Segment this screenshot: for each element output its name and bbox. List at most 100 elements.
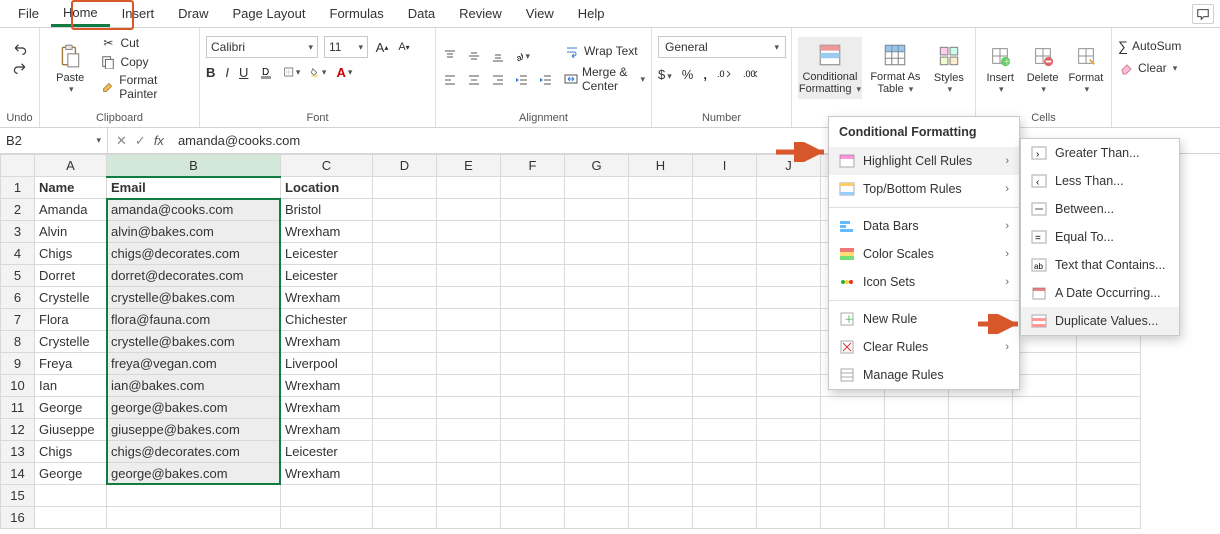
cell-N12[interactable] [1013, 419, 1077, 441]
autosum-button[interactable]: ∑AutoSum [1118, 38, 1186, 54]
cell-O12[interactable] [1077, 419, 1141, 441]
decrease-indent-icon[interactable] [514, 72, 530, 88]
tab-review[interactable]: Review [447, 2, 514, 25]
orientation-icon[interactable]: ab▾ [514, 48, 530, 64]
cell-O10[interactable] [1077, 375, 1141, 397]
cell-L14[interactable] [885, 463, 949, 485]
cf-text-contains[interactable]: abText that Contains... [1021, 251, 1179, 279]
cell-B15[interactable] [107, 485, 281, 507]
row-header-6[interactable]: 6 [1, 287, 35, 309]
cell-I6[interactable] [693, 287, 757, 309]
cell-F6[interactable] [501, 287, 565, 309]
cf-equal-to[interactable]: =Equal To... [1021, 223, 1179, 251]
cell-J11[interactable] [757, 397, 821, 419]
increase-indent-icon[interactable] [538, 72, 554, 88]
cell-F4[interactable] [501, 243, 565, 265]
cell-I13[interactable] [693, 441, 757, 463]
cell-E16[interactable] [437, 507, 501, 529]
cell-E5[interactable] [437, 265, 501, 287]
cell-J10[interactable] [757, 375, 821, 397]
increase-font-icon[interactable]: A▴ [374, 39, 390, 55]
cell-A9[interactable]: Freya [35, 353, 107, 375]
cell-L15[interactable] [885, 485, 949, 507]
cell-D14[interactable] [373, 463, 437, 485]
cell-H16[interactable] [629, 507, 693, 529]
tab-help[interactable]: Help [566, 2, 617, 25]
merge-center-button[interactable]: Merge & Center▾ [564, 65, 645, 93]
cell-E3[interactable] [437, 221, 501, 243]
cell-G13[interactable] [565, 441, 629, 463]
cell-M13[interactable] [949, 441, 1013, 463]
row-header-13[interactable]: 13 [1, 441, 35, 463]
decrease-decimal-button[interactable]: .00 [743, 66, 759, 82]
cell-E7[interactable] [437, 309, 501, 331]
cell-I10[interactable] [693, 375, 757, 397]
cell-I8[interactable] [693, 331, 757, 353]
cell-A14[interactable]: George [35, 463, 107, 485]
underline-button[interactable]: U [239, 65, 248, 80]
cell-M12[interactable] [949, 419, 1013, 441]
cell-G3[interactable] [565, 221, 629, 243]
cf-new-rule[interactable]: ＋New Rule [829, 305, 1019, 333]
cell-I3[interactable] [693, 221, 757, 243]
col-header-A[interactable]: A [35, 155, 107, 177]
cell-O13[interactable] [1077, 441, 1141, 463]
cell-A12[interactable]: Giuseppe [35, 419, 107, 441]
cell-F16[interactable] [501, 507, 565, 529]
cell-C10[interactable]: Wrexham [281, 375, 373, 397]
cell-H13[interactable] [629, 441, 693, 463]
cell-J6[interactable] [757, 287, 821, 309]
cell-H5[interactable] [629, 265, 693, 287]
cell-G15[interactable] [565, 485, 629, 507]
cell-M16[interactable] [949, 507, 1013, 529]
cf-less-than[interactable]: ‹Less Than... [1021, 167, 1179, 195]
borders-button[interactable]: ▾ [284, 64, 300, 80]
cell-L13[interactable] [885, 441, 949, 463]
cancel-formula-button[interactable]: ✕ [116, 133, 127, 149]
cell-D2[interactable] [373, 199, 437, 221]
cell-F15[interactable] [501, 485, 565, 507]
cell-O16[interactable] [1077, 507, 1141, 529]
cell-H15[interactable] [629, 485, 693, 507]
cell-D16[interactable] [373, 507, 437, 529]
cell-E2[interactable] [437, 199, 501, 221]
col-header-C[interactable]: C [281, 155, 373, 177]
cell-J7[interactable] [757, 309, 821, 331]
percent-format-button[interactable]: % [682, 67, 694, 82]
cell-O15[interactable] [1077, 485, 1141, 507]
cell-C16[interactable] [281, 507, 373, 529]
tab-home[interactable]: Home [51, 1, 110, 27]
cell-N10[interactable] [1013, 375, 1077, 397]
cell-styles-button[interactable]: Styles ▾ [929, 38, 969, 99]
comma-format-button[interactable]: , [703, 67, 707, 82]
cell-J15[interactable] [757, 485, 821, 507]
col-header-J[interactable]: J [757, 155, 821, 177]
cell-E14[interactable] [437, 463, 501, 485]
cell-F2[interactable] [501, 199, 565, 221]
cell-L12[interactable] [885, 419, 949, 441]
row-header-1[interactable]: 1 [1, 177, 35, 199]
cell-C9[interactable]: Liverpool [281, 353, 373, 375]
cell-B10[interactable]: ian@bakes.com [107, 375, 281, 397]
cell-J12[interactable] [757, 419, 821, 441]
cf-highlight-cell-rules[interactable]: Highlight Cell Rules› [829, 147, 1019, 175]
cell-O14[interactable] [1077, 463, 1141, 485]
cell-D7[interactable] [373, 309, 437, 331]
cell-F8[interactable] [501, 331, 565, 353]
cell-E15[interactable] [437, 485, 501, 507]
fx-icon[interactable]: fx [154, 133, 164, 148]
cell-G8[interactable] [565, 331, 629, 353]
row-header-2[interactable]: 2 [1, 199, 35, 221]
cell-G4[interactable] [565, 243, 629, 265]
cell-M15[interactable] [949, 485, 1013, 507]
cell-B2[interactable]: amanda@cooks.com [107, 199, 281, 221]
cell-D11[interactable] [373, 397, 437, 419]
cell-I2[interactable] [693, 199, 757, 221]
cell-G10[interactable] [565, 375, 629, 397]
row-header-3[interactable]: 3 [1, 221, 35, 243]
cell-B5[interactable]: dorret@decorates.com [107, 265, 281, 287]
cell-G12[interactable] [565, 419, 629, 441]
cell-A13[interactable]: Chigs [35, 441, 107, 463]
fill-color-button[interactable]: ▾ [310, 64, 326, 80]
cf-duplicate-values[interactable]: Duplicate Values... [1021, 307, 1179, 335]
